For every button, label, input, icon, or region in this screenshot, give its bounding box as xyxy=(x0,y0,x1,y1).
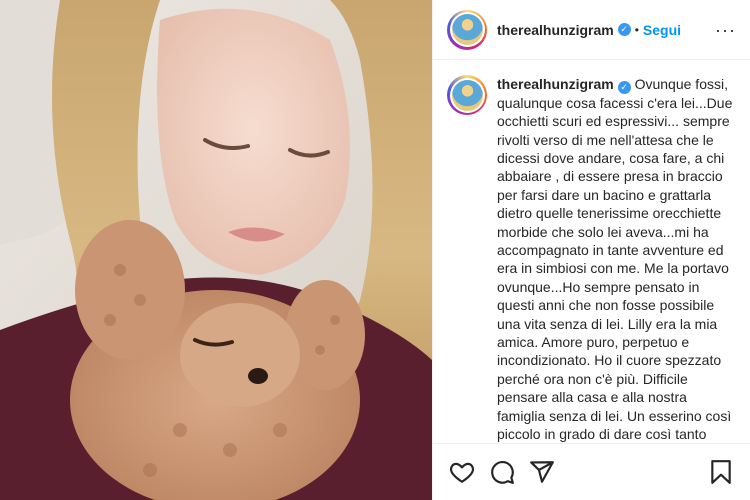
header-username[interactable]: therealhunzigram xyxy=(497,22,614,38)
caption-verified-check-icon: ✓ xyxy=(617,80,631,94)
caption-avatar[interactable] xyxy=(447,75,487,115)
heart-icon[interactable] xyxy=(449,459,475,485)
comment-icon[interactable] xyxy=(489,459,515,485)
follow-button[interactable]: Segui xyxy=(643,22,681,38)
post-panel: therealhunzigram ✓ • Segui ··· therealhu… xyxy=(432,0,750,500)
caption-username[interactable]: therealhunzigram xyxy=(497,76,614,92)
avatar-inner xyxy=(449,12,485,47)
post-header: therealhunzigram ✓ • Segui ··· xyxy=(433,0,750,60)
post-photo[interactable] xyxy=(0,0,432,500)
send-icon[interactable] xyxy=(529,459,555,485)
caption-area[interactable]: therealhunzigram ✓ Ovunque fossi, qualunq… xyxy=(433,61,750,442)
caption-avatar-inner xyxy=(449,77,485,113)
bookmark-icon[interactable] xyxy=(708,459,734,485)
photo-illustration xyxy=(0,0,432,500)
verified-check-icon: ✓ xyxy=(617,23,631,36)
caption-text: therealhunzigram ✓ Ovunque fossi, qualunq… xyxy=(497,75,733,442)
caption-body: Ovunque fossi, qualunque cosa facessi c'… xyxy=(497,76,733,442)
actions-bar xyxy=(433,443,750,500)
more-options-icon[interactable]: ··· xyxy=(715,21,736,39)
separator-dot: • xyxy=(634,22,639,37)
caption-avatar-image xyxy=(451,79,483,111)
avatar[interactable] xyxy=(447,9,487,50)
avatar-image xyxy=(451,14,483,45)
